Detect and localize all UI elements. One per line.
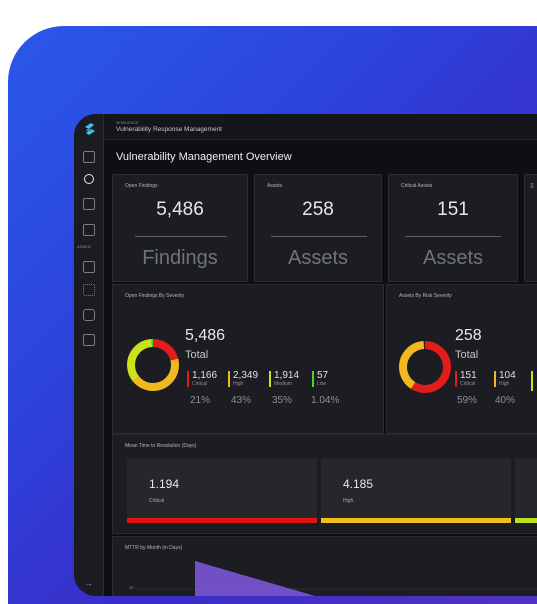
assets-donut-segments xyxy=(399,341,451,393)
assets-total-label: Total xyxy=(455,349,479,361)
mttr-label: High xyxy=(343,498,354,504)
severity-pct-medium: 35% xyxy=(272,395,293,406)
severity-value: 1,914 xyxy=(274,370,300,381)
mttr-label: Critical xyxy=(149,498,165,504)
breadcrumb[interactable]: WORKSPACE xyxy=(116,121,139,125)
findings-donut-chart xyxy=(127,339,179,391)
card-label: Assets By Risk Severity xyxy=(399,293,452,299)
kpi-label: Critical Assets xyxy=(401,183,433,189)
mttr-value: 1.194 xyxy=(149,477,180,491)
kpi-label: Assets xyxy=(267,183,283,189)
mttr-month-card[interactable]: MTTR by Month (in Days) 30 xyxy=(112,536,537,596)
severity-pct-critical: 21% xyxy=(190,395,211,406)
area-series xyxy=(195,561,316,596)
mttr-tile-critical[interactable]: 1.194 Critical xyxy=(127,459,317,523)
severity-label: High xyxy=(499,381,510,387)
findings-total-label: Total xyxy=(185,349,209,361)
kpi-card-partial[interactable]: ⣿ xyxy=(524,174,537,282)
severity-pct-critical: 59% xyxy=(457,395,478,406)
severity-value: 2,349 xyxy=(233,370,259,381)
divider xyxy=(271,236,367,237)
kpi-unit: Findings xyxy=(142,247,218,269)
dashboard-icon[interactable] xyxy=(83,334,95,346)
inbox-icon[interactable] xyxy=(83,151,95,163)
page-title: Vulnerability Management Overview xyxy=(116,151,292,163)
mttr-bar-medium xyxy=(515,518,537,523)
app-logo-icon[interactable] xyxy=(83,122,97,136)
app-window: ADMIN → WORKSPACE Vulnerability Response… xyxy=(74,114,537,596)
severity-label: Critical xyxy=(192,381,208,387)
severity-value: 1,166 xyxy=(192,370,218,381)
severity-high: 104 High xyxy=(494,371,516,387)
kpi-card-assets[interactable]: Assets 258 Assets xyxy=(254,174,382,282)
divider xyxy=(135,236,227,237)
document-icon[interactable] xyxy=(83,224,95,236)
assets-total: 258 xyxy=(455,327,482,344)
clock-icon[interactable] xyxy=(84,174,94,184)
severity-low: 57 Low xyxy=(312,371,328,387)
top-bar: WORKSPACE Vulnerability Response Managem… xyxy=(104,114,537,140)
open-findings-severity-card[interactable]: Open Findings By Severity 5,486 Total 1,… xyxy=(112,284,384,434)
sparkle-icon[interactable] xyxy=(83,284,95,296)
mttr-month-chart xyxy=(135,561,537,596)
table-icon[interactable] xyxy=(83,198,95,210)
kpi-value: 258 xyxy=(302,199,334,220)
kpi-unit: Assets xyxy=(422,247,484,269)
y-tick-label: 30 xyxy=(129,585,134,590)
severity-label: Critical xyxy=(460,381,476,387)
app-title: Vulnerability Response Management xyxy=(116,126,222,133)
assets-donut-chart xyxy=(399,341,451,393)
kpi-unit: Assets xyxy=(287,247,349,269)
book-icon[interactable] xyxy=(83,309,95,321)
severity-value: 151 xyxy=(460,370,477,381)
grid-icon: ⣿ xyxy=(530,183,534,189)
kpi-value: 5,486 xyxy=(156,199,204,220)
mttr-bar-high xyxy=(321,518,511,523)
severity-critical: 151 Critical xyxy=(455,371,477,387)
mttr-tile-high[interactable]: 4.185 High xyxy=(321,459,511,523)
card-label: Open Findings By Severity xyxy=(125,293,185,299)
findings-donut-segments xyxy=(127,339,179,391)
grid-icon[interactable] xyxy=(83,261,95,273)
kpi-card-critical-assets[interactable]: Critical Assets 151 Assets xyxy=(388,174,518,282)
severity-value: 104 xyxy=(499,370,516,381)
collapse-arrow-icon[interactable]: → xyxy=(84,578,93,588)
kpi-card-open-findings[interactable]: Open Findings 5,486 Findings xyxy=(112,174,248,282)
severity-pct-high: 40% xyxy=(495,395,516,406)
severity-label: High xyxy=(233,381,244,387)
severity-high: 2,349 High xyxy=(228,371,258,387)
severity-medium-partial xyxy=(531,371,536,391)
divider xyxy=(405,236,501,237)
assets-severity-card[interactable]: Assets By Risk Severity 258 Total 151 Cr… xyxy=(386,284,537,434)
admin-section-label: ADMIN xyxy=(77,244,91,249)
kpi-value: 151 xyxy=(437,199,469,220)
kpi-label: Open Findings xyxy=(125,183,158,189)
mttr-card[interactable]: Mean Time to Resolution (Days) 1.194 Cri… xyxy=(112,434,537,534)
severity-label: Low xyxy=(317,381,327,387)
card-label: Mean Time to Resolution (Days) xyxy=(125,443,197,449)
sidebar: ADMIN → xyxy=(74,114,104,596)
severity-critical: 1,166 Critical xyxy=(187,371,217,387)
mttr-value: 4.185 xyxy=(343,477,374,491)
mttr-bar-critical xyxy=(127,518,317,523)
severity-label: Medium xyxy=(274,381,292,387)
severity-pct-low: 1.04% xyxy=(311,395,340,406)
severity-pct-high: 43% xyxy=(231,395,252,406)
findings-total: 5,486 xyxy=(185,327,226,344)
severity-medium: 1,914 Medium xyxy=(269,371,299,387)
mttr-tile-medium-partial[interactable] xyxy=(515,459,537,523)
severity-value: 57 xyxy=(317,370,329,381)
